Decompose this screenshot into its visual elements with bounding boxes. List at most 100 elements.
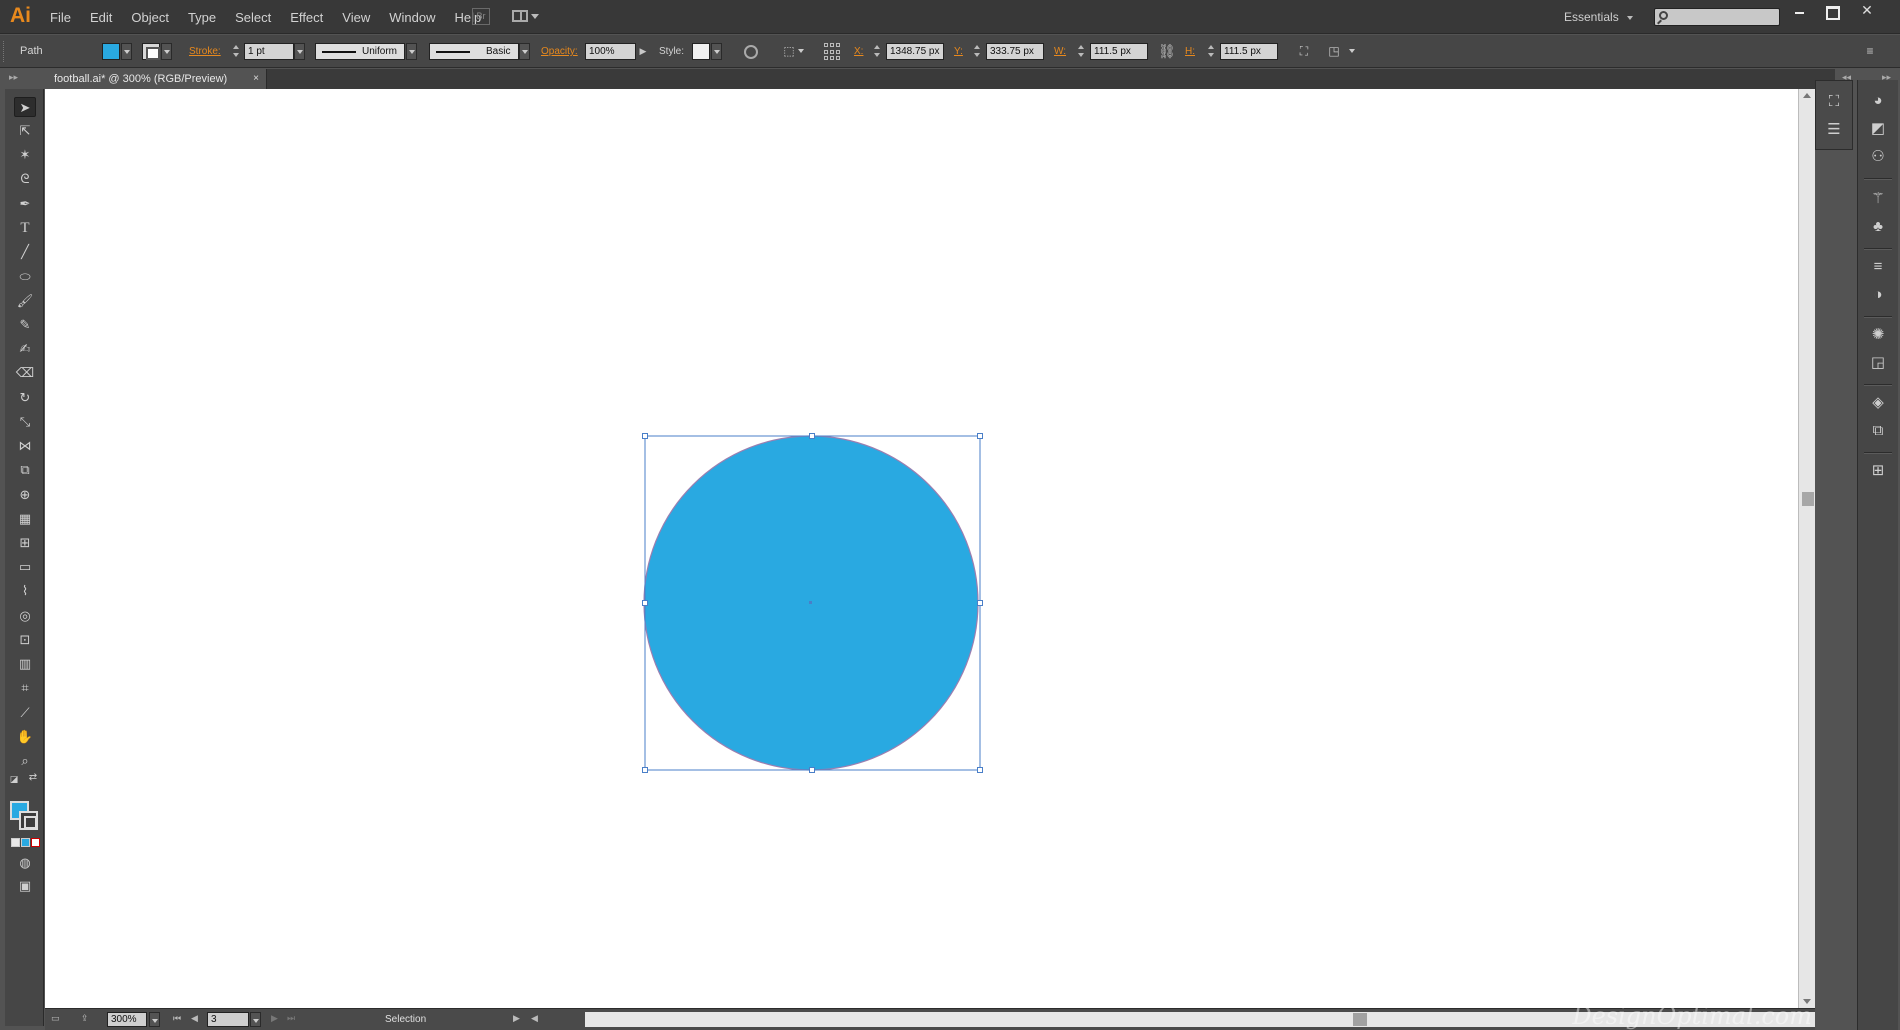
x-stepper[interactable] <box>873 43 883 60</box>
more-options-dropdown[interactable] <box>1347 43 1358 60</box>
panel-menu-icon[interactable]: ≡ <box>1862 44 1878 60</box>
brush-dropdown[interactable] <box>519 43 530 60</box>
lasso-tool-icon[interactable]: ᘓ <box>14 169 36 189</box>
shape-builder-tool-icon[interactable]: ⊕ <box>14 485 36 505</box>
opacity-field[interactable]: 100% <box>585 43 636 60</box>
blob-brush-tool-icon[interactable]: ✍ <box>14 339 36 359</box>
color-mode-icon[interactable] <box>11 838 20 847</box>
align-panel-icon[interactable]: ☰ <box>1824 121 1844 139</box>
align-options-dropdown[interactable] <box>796 43 807 60</box>
handle-top-right[interactable] <box>977 433 983 439</box>
zoom-tool-icon[interactable]: ⌕ <box>14 751 36 771</box>
slice-tool-icon[interactable]: ⟋ <box>14 703 36 723</box>
stroke-panel-icon[interactable]: ≡ <box>1868 258 1888 276</box>
graphic-style-dropdown[interactable] <box>711 43 722 60</box>
w-field[interactable]: 111.5 px <box>1090 43 1148 60</box>
artboard-number-field[interactable]: 3 <box>207 1012 249 1027</box>
screen-mode-icon[interactable]: ▣ <box>14 876 36 896</box>
swap-fill-stroke-icon[interactable]: ⇄ <box>27 772 39 784</box>
swatches-panel-icon[interactable]: ⚇ <box>1868 148 1888 166</box>
artboard-canvas[interactable] <box>45 89 1798 1008</box>
eyedropper-tool-icon[interactable]: ⌇ <box>14 581 36 601</box>
go-to-bridge-button[interactable]: Br <box>472 8 490 25</box>
menu-select[interactable]: Select <box>235 10 271 25</box>
arrange-documents-button[interactable] <box>510 8 540 25</box>
last-artboard-icon[interactable]: ⏭ <box>287 1013 295 1024</box>
document-tab[interactable]: football.ai* @ 300% (RGB/Preview) × <box>45 69 267 89</box>
scroll-left-icon[interactable]: ◀ <box>531 1013 538 1024</box>
handle-middle-left[interactable] <box>642 600 648 606</box>
transform-icon[interactable]: ⛶ <box>1296 44 1312 60</box>
rotate-tool-icon[interactable]: ↻ <box>14 388 36 408</box>
next-artboard-icon[interactable]: ▶ <box>271 1013 278 1024</box>
h-stepper[interactable] <box>1207 43 1217 60</box>
handle-bottom-left[interactable] <box>642 767 648 773</box>
stroke-label[interactable]: Stroke: <box>189 46 221 57</box>
h-label[interactable]: H: <box>1185 46 1195 57</box>
y-field[interactable]: 333.75 px <box>986 43 1044 60</box>
graphic-style-swatch[interactable] <box>692 43 710 60</box>
menu-file[interactable]: File <box>50 10 71 25</box>
y-label[interactable]: Y: <box>954 46 963 57</box>
status-menu-icon[interactable]: ▶ <box>513 1013 520 1024</box>
symbol-sprayer-tool-icon[interactable]: ⊡ <box>14 630 36 650</box>
menu-edit[interactable]: Edit <box>90 10 112 25</box>
artboards-panel-icon[interactable]: ⛶ <box>1824 93 1844 111</box>
appearance-panel-icon[interactable]: ✺ <box>1868 326 1888 344</box>
hand-tool-icon[interactable]: ✋ <box>14 727 36 747</box>
default-fill-stroke-icon[interactable]: ◪ <box>8 773 20 785</box>
reference-point-icon[interactable] <box>824 43 842 61</box>
type-tool-icon[interactable]: T <box>14 218 36 238</box>
transform-panel-icon[interactable]: ⊞ <box>1868 462 1888 480</box>
panel-grip[interactable] <box>3 41 6 62</box>
maximize-button[interactable] <box>1816 0 1846 22</box>
menu-type[interactable]: Type <box>188 10 216 25</box>
mesh-tool-icon[interactable]: ⊞ <box>14 533 36 553</box>
w-stepper[interactable] <box>1077 43 1087 60</box>
eraser-tool-icon[interactable]: ⌫ <box>14 363 36 383</box>
h-field[interactable]: 111.5 px <box>1220 43 1278 60</box>
previous-artboard-icon[interactable]: ◀ <box>191 1013 198 1024</box>
artboard-dropdown[interactable] <box>250 1012 261 1027</box>
color-panel-icon[interactable]: ◕ <box>1868 92 1888 110</box>
status-left-icon[interactable]: ▭ <box>51 1013 60 1024</box>
close-window-button[interactable]: ✕ <box>1852 0 1882 22</box>
artboards-list-panel-icon[interactable]: ⧉ <box>1868 422 1888 440</box>
stroke-swatch[interactable] <box>142 43 160 60</box>
menu-view[interactable]: View <box>342 10 370 25</box>
handle-top-center[interactable] <box>809 433 815 439</box>
w-label[interactable]: W: <box>1054 46 1066 57</box>
x-field[interactable]: 1348.75 px <box>886 43 944 60</box>
menu-effect[interactable]: Effect <box>290 10 323 25</box>
pen-tool-icon[interactable]: ✒ <box>14 194 36 214</box>
column-graph-tool-icon[interactable]: ▥ <box>14 654 36 674</box>
constrain-proportions-icon[interactable]: ⛓ <box>1158 44 1176 60</box>
color-guide-panel-icon[interactable]: ◩ <box>1868 120 1888 138</box>
opacity-label[interactable]: Opacity: <box>541 46 578 57</box>
horizontal-scroll-thumb[interactable] <box>1353 1013 1367 1026</box>
handle-top-left[interactable] <box>642 433 648 439</box>
symbols-panel-icon[interactable]: ♣ <box>1868 218 1888 236</box>
perspective-grid-tool-icon[interactable]: ▦ <box>14 509 36 529</box>
zoom-dropdown[interactable] <box>149 1012 160 1027</box>
status-share-icon[interactable]: ⇪ <box>81 1013 89 1024</box>
menu-window[interactable]: Window <box>389 10 435 25</box>
none-mode-icon[interactable] <box>31 838 40 847</box>
handle-bottom-right[interactable] <box>977 767 983 773</box>
handle-bottom-center[interactable] <box>809 767 815 773</box>
transparency-panel-icon[interactable]: ◑ <box>1868 286 1888 304</box>
brushes-panel-icon[interactable]: ⚚ <box>1868 190 1888 208</box>
gradient-mode-icon[interactable] <box>21 838 30 847</box>
recolor-artwork-icon[interactable] <box>744 45 758 59</box>
align-options-icon[interactable]: ⬚ <box>781 44 797 60</box>
pencil-tool-icon[interactable]: ✎ <box>14 315 36 335</box>
layers-panel-icon[interactable]: ◈ <box>1868 394 1888 412</box>
menu-object[interactable]: Object <box>131 10 169 25</box>
y-stepper[interactable] <box>973 43 983 60</box>
drawing-modes-icon[interactable]: ◍ <box>14 853 36 873</box>
fill-dropdown[interactable] <box>121 43 132 60</box>
line-segment-tool-icon[interactable]: ╱ <box>14 242 36 262</box>
width-tool-icon[interactable]: ⋈ <box>14 436 36 456</box>
scroll-up-icon[interactable] <box>1803 93 1811 98</box>
vertical-scroll-thumb[interactable] <box>1802 492 1814 506</box>
